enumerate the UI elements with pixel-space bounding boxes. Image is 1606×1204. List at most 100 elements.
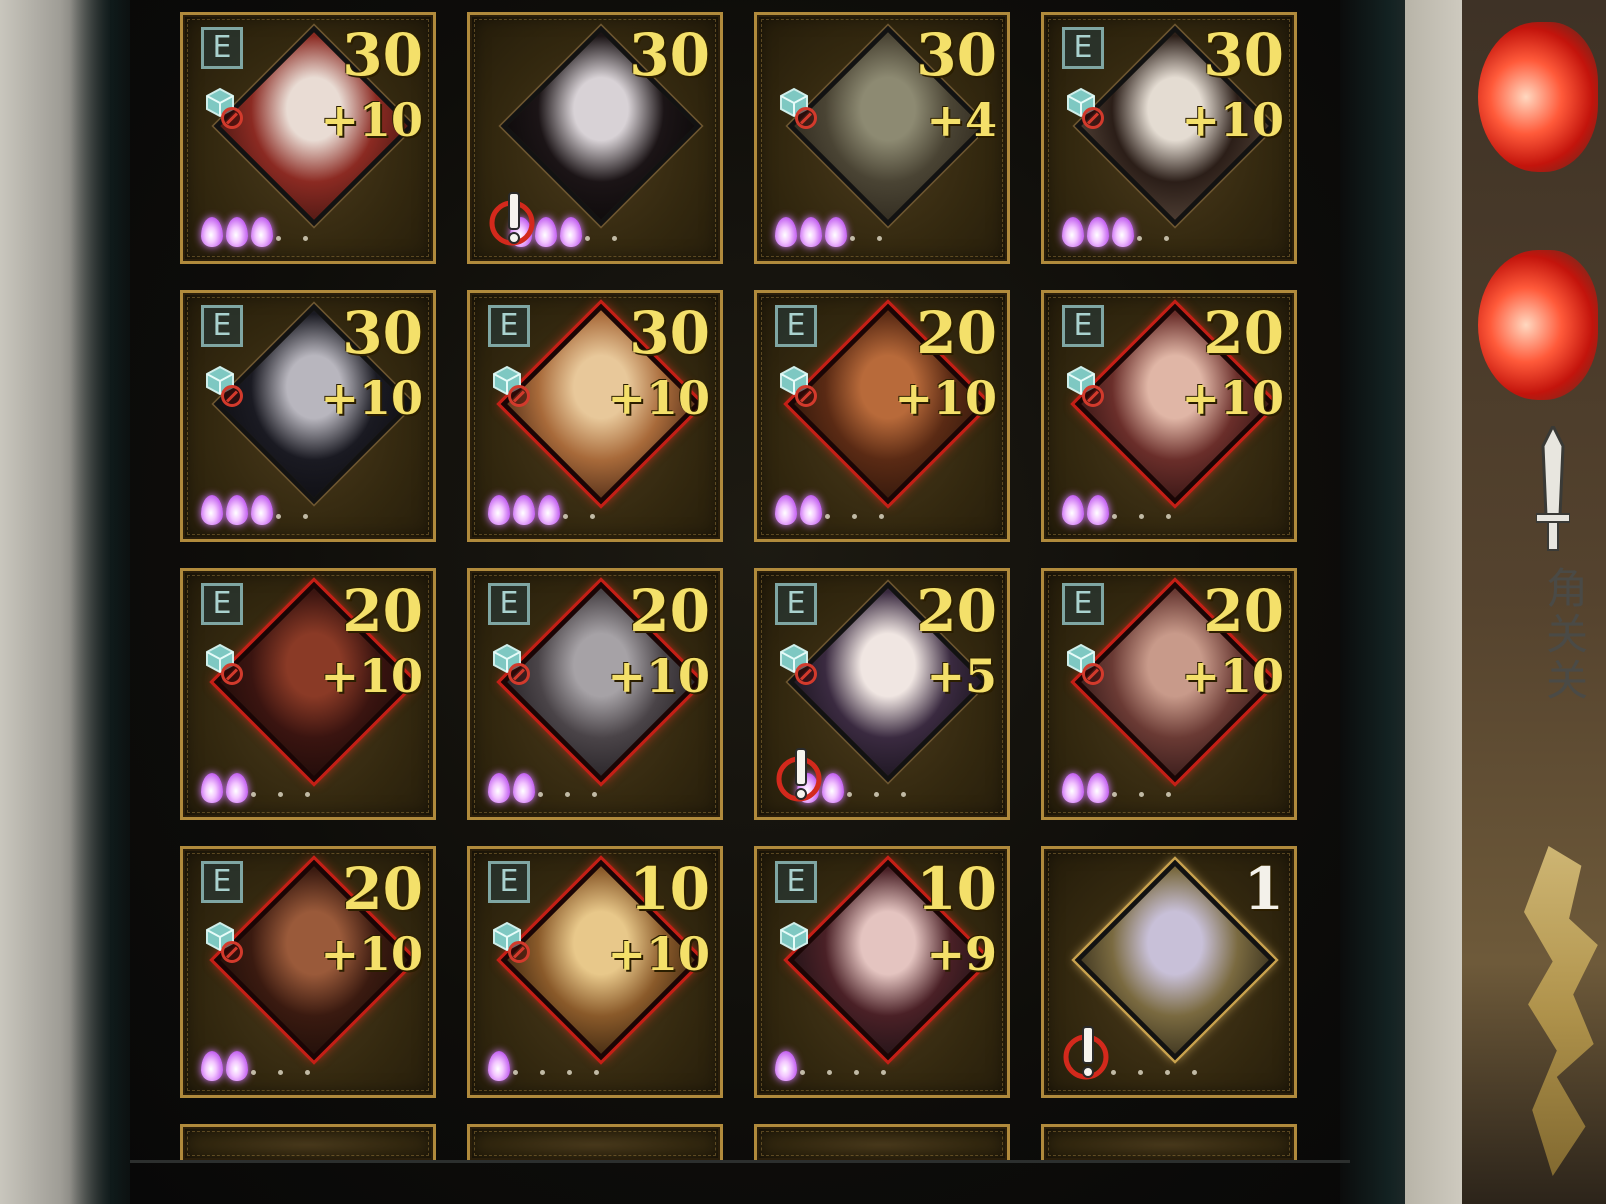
ban-icon [1082,107,1104,129]
character-card[interactable]: E 20 +5 [754,568,1010,820]
character-card[interactable]: E 10 +10 [467,846,723,1098]
upgrade-bonus: +10 [1181,649,1284,703]
ban-icon [221,107,243,129]
ban-icon [508,663,530,685]
slot-dot [825,514,830,519]
purple-flame-icon [1087,773,1109,803]
character-level: 1 [1243,855,1284,923]
slot-dot [276,514,281,519]
character-card[interactable]: 1 [1041,846,1297,1098]
empty-slot-dots [847,792,928,797]
purple-flame-icon [488,773,510,803]
purple-flame-icon [800,217,822,247]
slot-dot [877,236,882,241]
upgrade-bonus: +10 [320,649,423,703]
slot-dot [881,1070,886,1075]
equipment-e-badge: E [775,861,817,903]
equipment-e-badge: E [201,861,243,903]
ban-icon [795,385,817,407]
sword-icon[interactable] [1536,426,1570,556]
slot-dot [276,236,281,241]
spirit-flames [1062,213,1137,249]
purple-flame-icon [775,495,797,525]
side-text-line: 关 [1546,610,1589,659]
character-card[interactable]: 30 +4 [754,12,1010,264]
spirit-flames [201,1047,251,1083]
alert-exclamation-icon[interactable] [486,191,542,247]
spirit-flames [775,491,825,527]
upgrade-bonus: +4 [926,93,997,147]
empty-slot-dots [538,792,619,797]
purple-flame-icon [1112,217,1134,247]
purple-flame-icon [538,495,560,525]
character-level: 20 [342,577,423,645]
character-card[interactable]: E 20 +10 [754,290,1010,542]
character-card-partial[interactable] [467,1124,723,1160]
character-card[interactable]: E 20 +10 [180,568,436,820]
slot-dot [303,514,308,519]
spirit-flames [488,769,538,805]
upgrade-bonus: +10 [320,927,423,981]
upgrade-bonus: +10 [894,371,997,425]
equipment-e-badge: E [488,305,530,347]
slot-dot [1192,1070,1197,1075]
slot-dot [278,792,283,797]
character-card[interactable]: E 30 +10 [180,290,436,542]
character-card[interactable]: E 20 +10 [467,568,723,820]
alert-exclamation-icon[interactable] [773,747,829,803]
red-seal-mark-middle[interactable] [1478,250,1598,400]
character-card[interactable]: E 30 +10 [467,290,723,542]
character-card[interactable]: E 20 +10 [1041,568,1297,820]
upgrade-bonus: +10 [607,371,710,425]
slot-dot [1138,1070,1143,1075]
slot-dot [901,792,906,797]
character-level: 20 [916,299,997,367]
character-card[interactable]: E 30 +10 [180,12,436,264]
character-level: 30 [342,21,423,89]
character-card[interactable]: E 20 +10 [180,846,436,1098]
ban-icon [795,107,817,129]
character-card-partial[interactable] [754,1124,1010,1160]
slot-dot [1139,514,1144,519]
alert-exclamation-icon[interactable] [1060,1025,1116,1081]
purple-flame-icon [825,217,847,247]
character-card[interactable]: E 10 +9 [754,846,1010,1098]
slot-dot [567,1070,572,1075]
side-panel-text: 角 关 关 [1546,566,1606,704]
upgrade-bonus: +10 [320,371,423,425]
character-level: 30 [342,299,423,367]
empty-slot-dots [513,1070,621,1075]
empty-slot-dots [251,792,332,797]
empty-slot-dots [563,514,617,519]
character-card[interactable]: 30 [467,12,723,264]
character-level: 20 [629,577,710,645]
slot-dot [251,1070,256,1075]
slot-dot [800,1070,805,1075]
character-level: 10 [629,855,710,923]
empty-slot-dots [1112,514,1193,519]
equipment-e-badge: E [201,27,243,69]
purple-flame-icon [226,773,248,803]
character-level: 30 [629,299,710,367]
empty-slot-dots [585,236,639,241]
character-card-partial[interactable] [180,1124,436,1160]
equipment-e-badge: E [1062,27,1104,69]
slot-dot [854,1070,859,1075]
spirit-flames [775,213,850,249]
red-seal-mark-top[interactable] [1478,22,1598,172]
purple-flame-icon [1062,773,1084,803]
purple-flame-icon [1062,495,1084,525]
equipment-e-badge: E [1062,583,1104,625]
upgrade-bonus: +10 [1181,371,1284,425]
equipment-e-badge: E [201,583,243,625]
slot-dot [278,1070,283,1075]
gem-cube-icon [780,921,808,951]
character-card[interactable]: E 20 +10 [1041,290,1297,542]
character-card[interactable]: E 30 +10 [1041,12,1297,264]
character-card-partial[interactable] [1041,1124,1297,1160]
ban-icon [221,385,243,407]
spirit-flames [1062,769,1112,805]
ban-icon [1082,385,1104,407]
purple-flame-icon [201,495,223,525]
slot-dot [305,1070,310,1075]
